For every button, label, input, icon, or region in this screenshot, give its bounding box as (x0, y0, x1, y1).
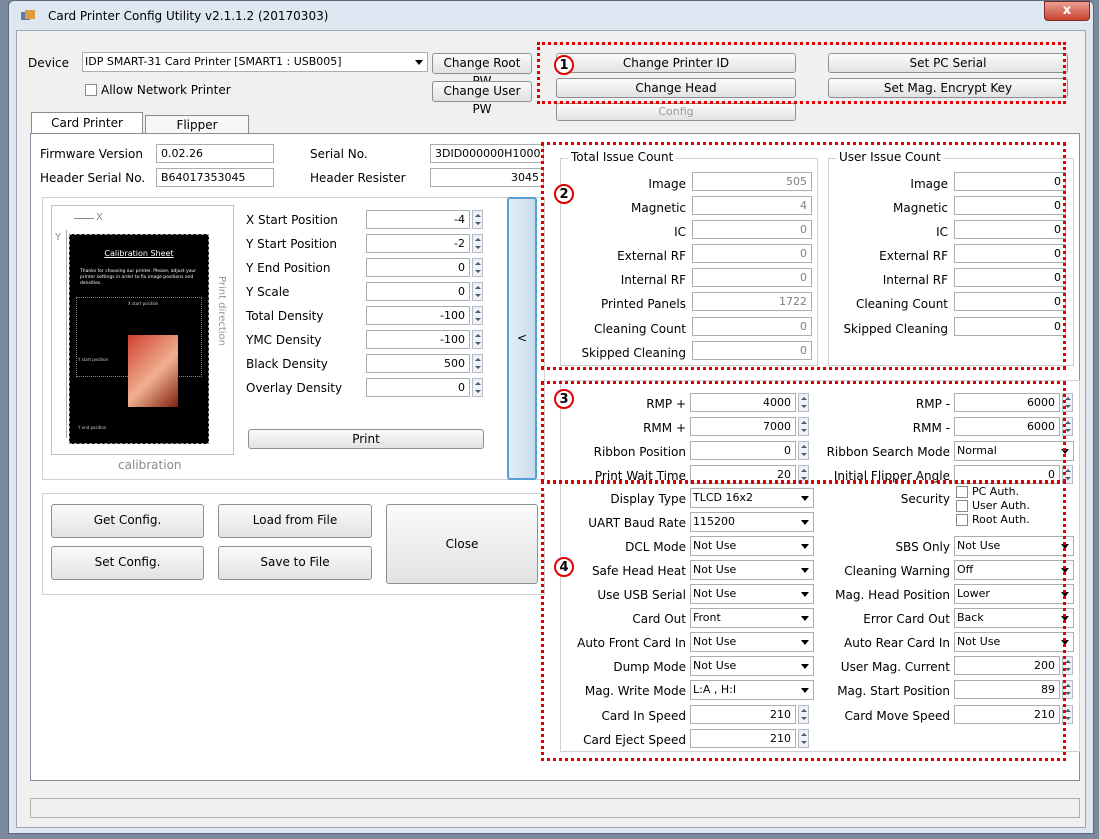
param-label-ymc-density: YMC Density (246, 333, 322, 347)
param-field-total-density[interactable]: -100 (366, 306, 470, 325)
calibration-preview: X Y Calibration Sheet Thanks for choosin… (51, 205, 234, 455)
param-label-y-start: Y Start Position (246, 237, 337, 251)
get-config-button[interactable]: Get Config. (51, 504, 204, 538)
tab-flipper[interactable]: Flipper (145, 115, 249, 134)
close-button[interactable]: Close (386, 504, 538, 584)
calibration-sheet-text: Thanks for choosing our printer. Please,… (80, 269, 197, 286)
allow-network-checkbox[interactable] (85, 84, 97, 96)
header-serial-field[interactable]: B64017353045 (156, 168, 274, 187)
param-label-total-density: Total Density (246, 309, 324, 323)
x-axis-arrow (74, 218, 94, 219)
status-bar (30, 798, 1080, 818)
collapse-panel-button[interactable]: < (507, 197, 537, 480)
print-button[interactable]: Print (248, 429, 484, 449)
calibration-sheet-title: Calibration Sheet (104, 249, 174, 258)
allow-network-label: Allow Network Printer (101, 83, 231, 97)
app-icon (21, 10, 35, 20)
change-user-pw-button[interactable]: Change User PW (432, 81, 532, 116)
marker-1: 1 (554, 55, 574, 75)
marker-4: 4 (554, 557, 574, 577)
serial-field[interactable]: 3DID000000H10001 (430, 144, 544, 163)
param-label-black-density: Black Density (246, 357, 328, 371)
calibration-image (128, 335, 178, 407)
param-field-y-scale[interactable]: 0 (366, 282, 470, 301)
param-label-overlay-density: Overlay Density (246, 381, 343, 395)
y-axis-label: Y (55, 232, 62, 243)
firmware-field[interactable]: 0.02.26 (156, 144, 274, 163)
x-start-label: X start position (128, 301, 159, 306)
param-field-overlay-density[interactable]: 0 (366, 378, 470, 397)
highlight-box-1 (537, 42, 1066, 104)
title-bar[interactable]: Card Printer Config Utility v2.1.1.2 (20… (8, 0, 1094, 30)
param-spin-x-start[interactable] (472, 210, 483, 229)
param-spin-y-end[interactable] (472, 258, 483, 277)
param-label-y-end: Y End Position (246, 261, 331, 275)
param-spin-ymc-density[interactable] (472, 330, 483, 349)
marker-2: 2 (554, 184, 574, 204)
y-axis-arrow (66, 230, 67, 438)
param-field-black-density[interactable]: 500 (366, 354, 470, 373)
calibration-caption: calibration (118, 458, 182, 472)
load-from-file-button[interactable]: Load from File (218, 504, 372, 538)
param-field-y-start[interactable]: -2 (366, 234, 470, 253)
y-end-label: Y end position (78, 425, 107, 430)
save-to-file-button[interactable]: Save to File (218, 546, 372, 580)
param-field-x-start[interactable]: -4 (366, 210, 470, 229)
header-resister-field[interactable]: 3045 (430, 168, 544, 187)
param-label-y-scale: Y Scale (246, 285, 290, 299)
param-spin-overlay-density[interactable] (472, 378, 483, 397)
highlight-box-3 (541, 381, 1066, 483)
param-spin-y-scale[interactable] (472, 282, 483, 301)
highlight-box-4 (541, 481, 1066, 761)
change-root-pw-button[interactable]: Change Root PW (432, 53, 532, 88)
header-serial-label: Header Serial No. (40, 171, 146, 185)
tab-card-printer[interactable]: Card Printer (31, 112, 143, 134)
param-label-x-start: X Start Position (246, 213, 338, 227)
window-title: Card Printer Config Utility v2.1.1.2 (20… (48, 9, 329, 23)
device-select[interactable]: IDP SMART-31 Card Printer [SMART1 : USB0… (82, 52, 428, 72)
firmware-label: Firmware Version (40, 147, 143, 161)
param-spin-black-density[interactable] (472, 354, 483, 373)
param-field-y-end[interactable]: 0 (366, 258, 470, 277)
x-axis-label: X (96, 212, 103, 223)
param-spin-y-start[interactable] (472, 234, 483, 253)
y-start-label: Y start position (78, 357, 109, 362)
device-label: Device (28, 56, 70, 70)
print-direction-label: Print direction (216, 276, 227, 347)
close-window-button[interactable]: x (1044, 1, 1090, 21)
calibration-sheet: Calibration Sheet Thanks for choosing ou… (69, 234, 209, 444)
config-button[interactable]: Config (556, 103, 796, 121)
header-resister-label: Header Resister (310, 171, 406, 185)
highlight-box-2 (541, 142, 1066, 370)
set-config-button[interactable]: Set Config. (51, 546, 204, 580)
serial-label: Serial No. (310, 147, 368, 161)
param-spin-total-density[interactable] (472, 306, 483, 325)
param-field-ymc-density[interactable]: -100 (366, 330, 470, 349)
chevron-down-icon (415, 60, 423, 65)
marker-3: 3 (554, 389, 574, 409)
device-select-value: IDP SMART-31 Card Printer [SMART1 : USB0… (85, 55, 342, 68)
